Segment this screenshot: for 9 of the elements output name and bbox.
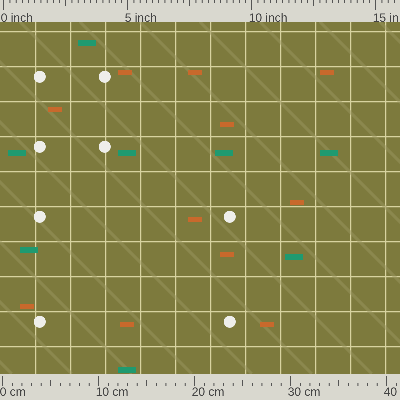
ruler-label: 15 in xyxy=(373,12,400,25)
ruler-label: 10 cm xyxy=(96,386,130,399)
ruler-label: 30 cm xyxy=(288,386,322,399)
ruler-label: 0 cm xyxy=(0,386,28,399)
ruler-label: 20 cm xyxy=(192,386,226,399)
ruler-label: 40 xyxy=(384,386,398,399)
ruler-label: 0 inch xyxy=(1,12,34,25)
ruler-label: 10 inch xyxy=(249,12,289,25)
ruler-label: 5 inch xyxy=(125,12,158,25)
